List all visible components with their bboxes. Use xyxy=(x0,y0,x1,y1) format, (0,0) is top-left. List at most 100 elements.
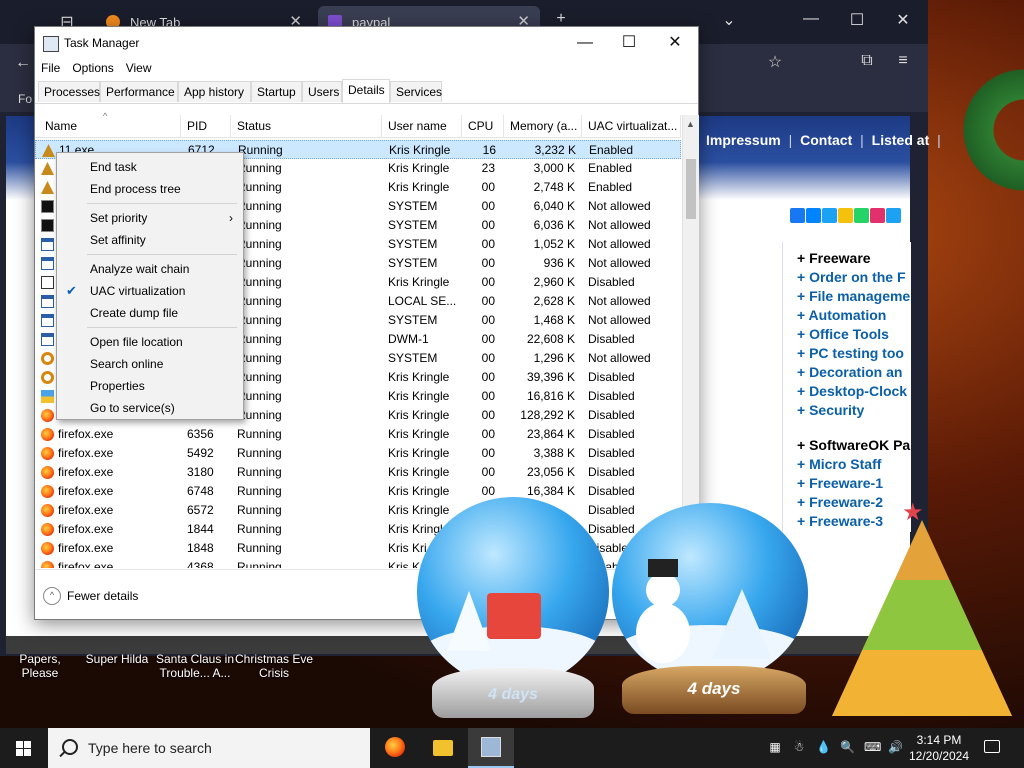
column-header-pid[interactable]: PID xyxy=(181,115,231,137)
social-share-icon[interactable] xyxy=(870,208,885,223)
search-placeholder: Type here to search xyxy=(88,740,212,756)
table-row[interactable]: firefox.exe 6748 Running Kris Kringle 00 16,3… xyxy=(35,482,681,501)
vertical-scrollbar[interactable]: ▲ xyxy=(682,115,699,569)
sidebar-link[interactable]: + Automation xyxy=(797,307,886,323)
maximize-button[interactable]: ☐ xyxy=(607,31,651,55)
tab-performance[interactable]: Performance xyxy=(100,81,178,102)
table-row[interactable]: firefox.exe 3180 Running Kris Kringle 00 23,0… xyxy=(35,463,681,482)
taskbar-app-task-manager[interactable] xyxy=(468,728,514,768)
bookmark-star-icon[interactable]: ☆ xyxy=(760,52,790,72)
menu-item-set-affinity[interactable]: Set affinity xyxy=(57,229,243,251)
menu-icon[interactable]: ≡ xyxy=(888,52,918,70)
column-header-cpu[interactable]: CPU xyxy=(462,115,504,137)
tab-details[interactable]: Details xyxy=(342,79,390,103)
social-share-icon[interactable] xyxy=(822,208,837,223)
sidebar-link[interactable]: + Order on the F xyxy=(797,269,906,285)
tray-drop-icon[interactable]: 💧 xyxy=(816,740,831,754)
network-icon[interactable]: ⌨ xyxy=(864,740,881,754)
social-share-icon[interactable] xyxy=(806,208,821,223)
tray-snowman-icon[interactable]: ☃ xyxy=(792,740,806,754)
sidebar-link[interactable]: + File manageme xyxy=(797,288,910,304)
sidebar-link[interactable]: + PC testing too xyxy=(797,345,904,361)
clock-date: 12/20/2024 xyxy=(908,749,970,763)
browser-close-button[interactable]: ✕ xyxy=(888,10,918,30)
tray-app-icon[interactable]: ▦ xyxy=(768,740,782,754)
tray-search-icon[interactable]: 🔍 xyxy=(840,740,855,754)
nav-contact-link[interactable]: Contact xyxy=(800,132,852,148)
sidebar-link[interactable]: + Freeware-1 xyxy=(797,475,883,491)
social-share-icon[interactable] xyxy=(790,208,805,223)
menu-options[interactable]: Options xyxy=(66,58,119,78)
menu-item-analyze-wait-chain[interactable]: Analyze wait chain xyxy=(57,258,243,280)
close-button[interactable]: ✕ xyxy=(653,31,697,55)
tab-processes[interactable]: Processes xyxy=(38,81,100,102)
taskbar-app-file-explorer[interactable] xyxy=(420,728,466,768)
list-tabs-button[interactable]: ⌄ xyxy=(714,10,744,30)
process-status: Running xyxy=(237,237,282,251)
sidebar-link[interactable]: + Decoration an xyxy=(797,364,902,380)
nav-listed-link[interactable]: Listed at xyxy=(872,132,930,148)
browser-minimize-button[interactable]: — xyxy=(796,10,826,28)
sidebar-link[interactable]: + Security xyxy=(797,402,864,418)
process-win-icon xyxy=(41,295,54,308)
notification-center-icon[interactable] xyxy=(984,740,1000,753)
process-status: Running xyxy=(237,180,282,194)
menu-item-go-to-service-s[interactable]: Go to service(s) xyxy=(57,397,243,419)
process-status: Running xyxy=(238,143,283,157)
desktop-icon-label[interactable]: Santa Claus in Trouble... A... xyxy=(154,652,236,680)
table-row[interactable]: firefox.exe 6572 Running Kris Kringle Disabl… xyxy=(35,501,681,520)
menu-item-end-task[interactable]: End task xyxy=(57,156,243,178)
sidebar-link[interactable]: + Office Tools xyxy=(797,326,889,342)
sidebar-link[interactable]: + Desktop-Clock xyxy=(797,383,907,399)
sidebar-link[interactable]: + Freeware xyxy=(797,250,871,266)
column-header-uac[interactable]: UAC virtualizat... xyxy=(582,115,681,137)
volume-icon[interactable]: 🔊 xyxy=(888,740,903,754)
tab-startup[interactable]: Startup xyxy=(251,81,302,102)
taskbar-app-firefox[interactable] xyxy=(372,728,418,768)
bookmark-item[interactable]: Fo xyxy=(18,92,32,106)
start-button[interactable] xyxy=(0,728,48,768)
scroll-up-icon[interactable]: ▲ xyxy=(686,119,695,129)
social-share-icon[interactable] xyxy=(838,208,853,223)
menu-file[interactable]: File xyxy=(35,58,66,78)
sidebar-link[interactable]: + Freeware-3 xyxy=(797,513,883,529)
tab-users[interactable]: Users xyxy=(302,81,342,102)
menu-item-set-priority[interactable]: Set priority › xyxy=(57,207,243,229)
table-row[interactable]: firefox.exe 5492 Running Kris Kringle 00 3,38… xyxy=(35,444,681,463)
menu-item-end-process-tree[interactable]: End process tree xyxy=(57,178,243,200)
fewer-details-toggle[interactable]: ^ Fewer details xyxy=(43,587,138,605)
social-share-icon[interactable] xyxy=(886,208,901,223)
desktop-icon-label[interactable]: Super Hilda xyxy=(82,652,152,666)
system-clock[interactable]: 3:14 PM 12/20/2024 xyxy=(908,732,970,764)
column-header-memory[interactable]: Memory (a... xyxy=(504,115,582,137)
menu-item-uac-virtualization[interactable]: ✔ UAC virtualization xyxy=(57,280,243,302)
sidebar-link[interactable]: + Micro Staff xyxy=(797,456,881,472)
tab-services[interactable]: Services xyxy=(390,81,442,102)
nav-impressum-link[interactable]: Impressum xyxy=(706,132,781,148)
column-header-name[interactable]: Name xyxy=(39,115,181,137)
social-share-icon[interactable] xyxy=(854,208,869,223)
column-header-status[interactable]: Status xyxy=(231,115,382,137)
sidebar-link[interactable]: + SoftwareOK Pa xyxy=(797,437,910,453)
column-header-user[interactable]: User name xyxy=(382,115,462,137)
menu-item-properties[interactable]: Properties xyxy=(57,375,243,397)
table-row[interactable]: firefox.exe 6356 Running Kris Kringle 00 23,8… xyxy=(35,425,681,444)
tab-app-history[interactable]: App history xyxy=(178,81,251,102)
browser-maximize-button[interactable]: ☐ xyxy=(842,10,872,30)
extensions-icon[interactable]: ⧉ xyxy=(852,52,882,70)
menu-item-create-dump-file[interactable]: Create dump file xyxy=(57,302,243,324)
process-ff-icon xyxy=(41,485,54,498)
menu-view[interactable]: View xyxy=(120,58,158,78)
menu-item-search-online[interactable]: Search online xyxy=(57,353,243,375)
title-bar[interactable]: Task Manager — ☐ ✕ xyxy=(35,27,698,59)
process-pid: 4368 xyxy=(187,560,214,568)
sidebar-link[interactable]: + Freeware-2 xyxy=(797,494,883,510)
menu-item-open-file-location[interactable]: Open file location xyxy=(57,331,243,353)
taskbar-search-box[interactable]: Type here to search xyxy=(48,728,370,768)
desktop-icon-label[interactable]: Papers, Please xyxy=(0,652,80,680)
menu-bar: File Options View xyxy=(35,58,158,78)
desktop-icon-label[interactable]: Christmas Eve Crisis xyxy=(234,652,314,680)
process-cpu: 23 xyxy=(481,161,495,175)
minimize-button[interactable]: — xyxy=(563,31,607,55)
scroll-thumb[interactable] xyxy=(686,159,696,219)
